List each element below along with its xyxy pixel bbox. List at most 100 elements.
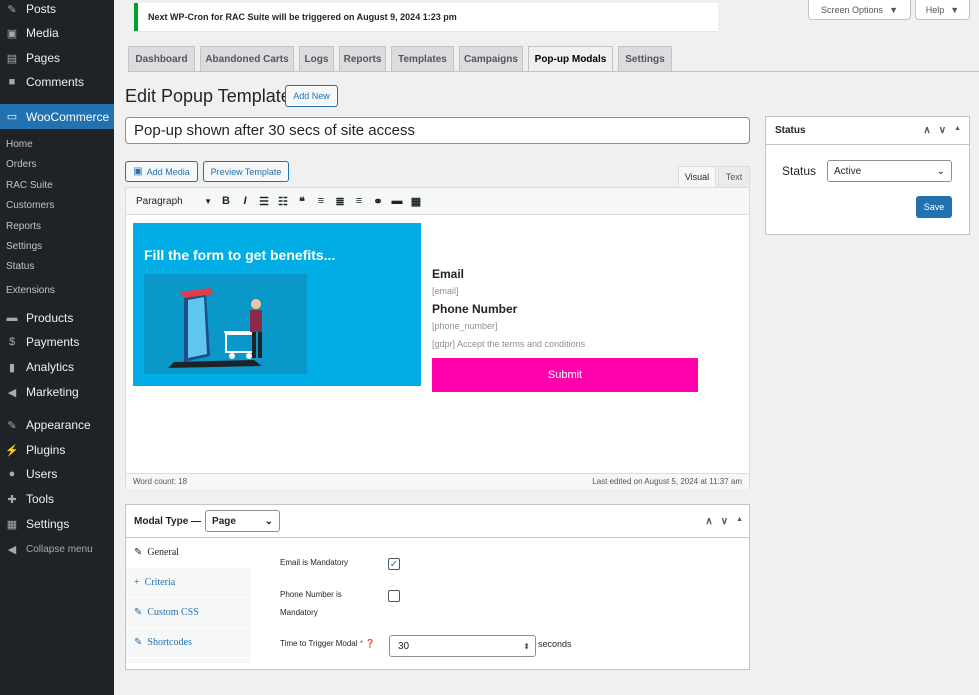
admin-sidebar: ✎ Posts ▣ Media ▤ Pages ■ Comments ▭ WooComme… <box>0 0 114 695</box>
sidebar-sub-status[interactable]: Status <box>6 261 34 272</box>
chevron-down-icon[interactable]: ∨ <box>939 125 946 136</box>
sidebar-item-posts[interactable]: ✎ Posts <box>0 0 114 21</box>
sidebar-item-woocommerce[interactable]: ▭ WooCommerce <box>0 104 114 129</box>
tab-text[interactable]: Text <box>718 166 750 187</box>
caret-down-icon: ▼ <box>889 4 898 15</box>
help-button[interactable]: Help ▼ <box>915 0 970 20</box>
bullet-list-icon[interactable]: ☰ <box>255 192 273 210</box>
add-media-button[interactable]: ▣ Add Media <box>125 161 198 182</box>
sidebar-item-payments[interactable]: $ Payments <box>0 330 114 354</box>
sidebar-sub-settings[interactable]: Settings <box>6 241 42 252</box>
sidebar-item-tools[interactable]: ✚ Tools <box>0 487 114 511</box>
phone-mandatory-checkbox[interactable] <box>388 590 400 602</box>
align-left-icon[interactable]: ≡ <box>312 192 330 210</box>
status-label: Status <box>782 164 817 178</box>
preview-template-button[interactable]: Preview Template <box>203 161 289 182</box>
screen-options-button[interactable]: Screen Options ▼ <box>808 0 911 20</box>
submit-button[interactable]: Submit <box>432 358 698 392</box>
nav-custom-css[interactable]: ✎ Custom CSS <box>126 598 251 628</box>
save-button[interactable]: Save <box>916 196 952 218</box>
read-more-icon[interactable]: ▬ <box>388 192 406 210</box>
word-count: Word count: 18 <box>133 477 188 486</box>
email-mandatory-checkbox[interactable]: ✓ <box>388 558 400 570</box>
tab-logs[interactable]: Logs <box>299 46 334 71</box>
format-select[interactable]: Paragraph ▼ <box>132 192 216 210</box>
sidebar-sub-extensions[interactable]: Extensions <box>6 285 55 296</box>
italic-icon[interactable]: I <box>236 192 254 210</box>
sidebar-item-pages[interactable]: ▤ Pages <box>0 46 114 70</box>
panel-controls: ∧ ∨ ▲ <box>705 516 743 527</box>
pages-icon: ▤ <box>6 52 18 65</box>
sidebar-item-settings[interactable]: ▦ Settings <box>0 512 114 536</box>
align-right-icon[interactable]: ≡ <box>350 192 368 210</box>
shopping-illustration <box>144 274 307 374</box>
add-new-button[interactable]: Add New <box>285 85 338 107</box>
editor-status-bar: Word count: 18 Last edited on August 5, … <box>126 473 749 489</box>
toolbar-toggle-icon[interactable]: ▦ <box>407 192 425 210</box>
toggle-icon[interactable]: ▲ <box>954 125 961 136</box>
payments-icon: $ <box>8 336 16 348</box>
stepper-icon[interactable]: ⬍ <box>523 642 530 651</box>
tab-abandoned-carts[interactable]: Abandoned Carts <box>200 46 294 71</box>
tab-campaigns[interactable]: Campaigns <box>459 46 523 71</box>
caret-down-icon: ▼ <box>204 196 212 206</box>
nav-shortcodes[interactable]: ✎ Shortcodes <box>126 628 251 658</box>
nav-criteria[interactable]: + Criteria <box>126 568 251 598</box>
sidebar-item-appearance[interactable]: ✎ Appearance <box>0 413 114 437</box>
notice-text: Next WP-Cron for RAC Suite will be trigg… <box>148 12 457 22</box>
tab-popup-modals[interactable]: Pop-up Modals <box>528 46 613 71</box>
align-center-icon[interactable]: ≣ <box>331 192 349 210</box>
required-marker: * <box>359 639 363 648</box>
sidebar-sub-rac-suite[interactable]: RAC Suite <box>6 180 53 191</box>
tab-settings[interactable]: Settings <box>618 46 672 71</box>
trigger-time-input[interactable]: 30 ⬍ <box>389 635 536 657</box>
sidebar-item-comments[interactable]: ■ Comments <box>0 70 114 94</box>
template-title-input[interactable]: Pop-up shown after 30 secs of site acces… <box>125 117 750 144</box>
collapse-menu-button[interactable]: ◀ Collapse menu <box>0 537 114 561</box>
modal-type-select[interactable]: Page ⌄ <box>205 510 281 532</box>
megaphone-icon: ◀ <box>7 386 17 399</box>
tab-visual[interactable]: Visual <box>678 166 716 187</box>
popup-banner: Fill the form to get benefits... <box>133 223 421 386</box>
sidebar-sub-customers[interactable]: Customers <box>6 200 54 211</box>
content-editor[interactable]: Paragraph ▼ B I ☰ ☷ ❝ ≡ ≣ ≡ ⚭ ▬ ▦ Fill th… <box>125 187 750 489</box>
sidebar-sub-reports[interactable]: Reports <box>6 221 41 232</box>
chevron-down-icon[interactable]: ∨ <box>721 516 728 527</box>
email-label: Email <box>432 267 465 281</box>
sidebar-sub-orders[interactable]: Orders <box>6 159 37 170</box>
status-select[interactable]: Active ⌄ <box>827 160 952 182</box>
plus-icon: + <box>134 577 140 588</box>
user-icon: ● <box>8 468 16 480</box>
sidebar-item-plugins[interactable]: ⚡ Plugins <box>0 438 114 462</box>
wrench-icon: ✎ <box>134 547 143 558</box>
link-icon[interactable]: ⚭ <box>369 192 387 210</box>
nav-general[interactable]: ✎ General <box>126 538 251 568</box>
sidebar-sub-home[interactable]: Home <box>6 139 33 150</box>
status-controls: ∧ ∨ ▲ <box>923 125 961 136</box>
checkmark-icon: ✓ <box>389 558 399 570</box>
status-box: Status ∧ ∨ ▲ Status Active ⌄ Save <box>765 116 970 235</box>
tab-templates[interactable]: Templates <box>391 46 454 71</box>
toggle-icon[interactable]: ▲ <box>736 516 743 527</box>
numbered-list-icon[interactable]: ☷ <box>274 192 292 210</box>
plugin-icon: ⚡ <box>5 444 19 457</box>
chevron-up-icon[interactable]: ∧ <box>923 125 930 136</box>
help-icon: ❓ <box>365 639 376 648</box>
pin-icon: ✎ <box>7 3 17 16</box>
bold-icon[interactable]: B <box>217 192 235 210</box>
chevron-down-icon: ⌄ <box>264 515 274 527</box>
quote-icon[interactable]: ❝ <box>293 192 311 210</box>
tab-reports[interactable]: Reports <box>339 46 386 71</box>
last-edited: Last edited on August 5, 2024 at 11:37 a… <box>592 477 742 486</box>
sidebar-item-marketing[interactable]: ◀ Marketing <box>0 380 114 404</box>
pencil-icon: ✎ <box>134 637 143 648</box>
sidebar-item-products[interactable]: ▬ Products <box>0 306 114 330</box>
comment-icon: ■ <box>8 76 16 88</box>
sidebar-item-analytics[interactable]: ▮ Analytics <box>0 355 114 379</box>
sidebar-item-media[interactable]: ▣ Media <box>0 21 114 45</box>
tab-dashboard[interactable]: Dashboard <box>128 46 195 71</box>
media-icon: ▣ <box>6 27 18 40</box>
tab-divider <box>128 71 979 72</box>
sidebar-item-users[interactable]: ● Users <box>0 462 114 486</box>
chevron-up-icon[interactable]: ∧ <box>705 516 712 527</box>
